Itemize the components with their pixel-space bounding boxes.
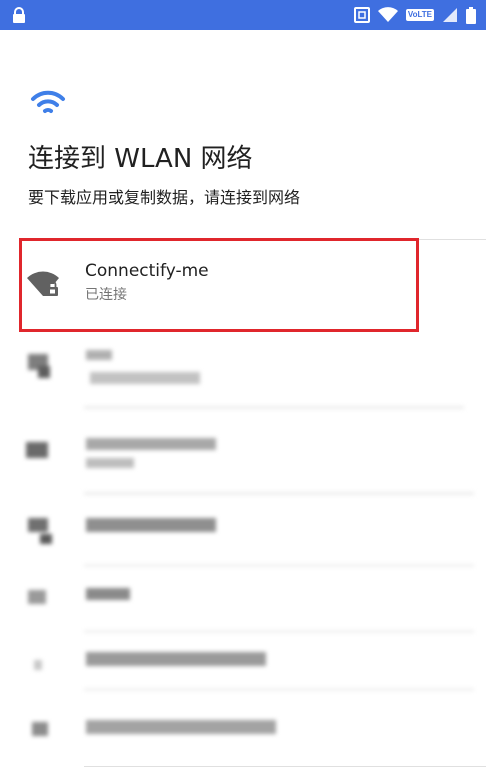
page-title: 连接到 WLAN 网络 xyxy=(28,144,253,174)
volte-badge: VoLTE xyxy=(405,9,434,21)
divider xyxy=(84,766,486,767)
network-item-obscured[interactable] xyxy=(0,576,486,642)
status-icons: VoLTE xyxy=(353,6,476,24)
network-status: 已连接 xyxy=(85,287,127,303)
network-item-obscured[interactable] xyxy=(0,330,486,420)
nfc-icon xyxy=(353,7,370,23)
lock-icon xyxy=(13,7,25,23)
network-item-obscured[interactable] xyxy=(0,702,486,766)
network-item-obscured[interactable] xyxy=(0,420,486,504)
wifi-status-icon xyxy=(377,7,398,22)
battery-icon xyxy=(466,6,476,24)
status-bar: VoLTE xyxy=(0,0,486,30)
network-item-connected[interactable]: Connectify-me 已连接 xyxy=(0,240,486,326)
network-name: Connectify-me xyxy=(85,261,209,281)
wifi-lock-icon xyxy=(27,271,59,296)
page-subtitle: 要下载应用或复制数据，请连接到网络 xyxy=(28,188,301,207)
wifi-setup-screen: VoLTE 连接到 WLAN 网络 要下载应用或复制数据，请连接到网络 Conn… xyxy=(0,0,486,778)
wifi-icon xyxy=(31,90,65,113)
network-item-obscured[interactable] xyxy=(0,504,486,576)
signal-icon xyxy=(443,8,457,22)
network-item-obscured[interactable] xyxy=(0,642,486,702)
